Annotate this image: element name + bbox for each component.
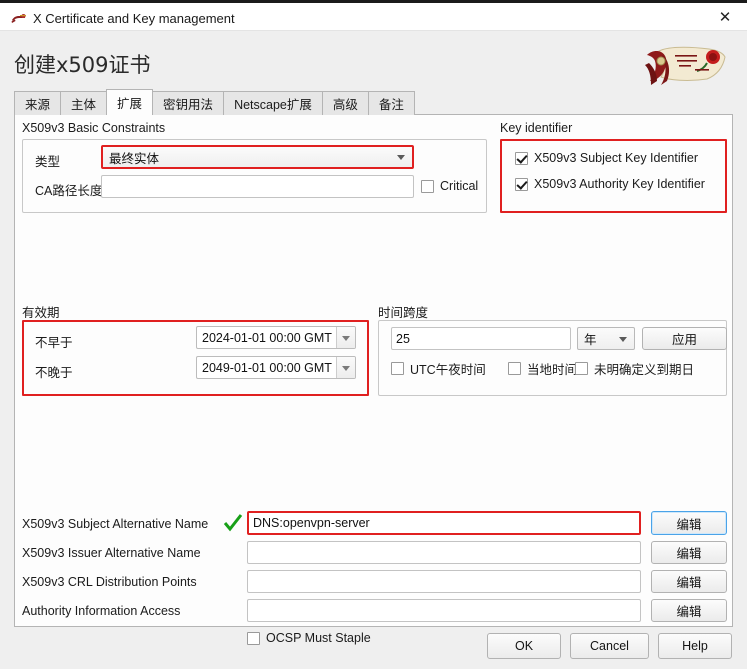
xca-certificate-logo	[637, 41, 737, 89]
time-range-group-title: 时间跨度	[378, 306, 429, 320]
chevron-down-icon	[619, 336, 627, 342]
checkbox-box	[391, 362, 404, 375]
basic-constraints-group-title: X509v3 Basic Constraints	[22, 121, 166, 135]
ocsp-must-staple-checkbox[interactable]: OCSP Must Staple	[247, 631, 371, 645]
checkbox-box	[575, 362, 588, 375]
no-wellknown-expiry-checkbox[interactable]: 未明确定义到期日	[575, 359, 694, 378]
tab-advanced[interactable]: 高级	[321, 91, 369, 115]
valid-check-icon	[223, 513, 243, 533]
authority-info-access-edit-button[interactable]: 编辑	[651, 599, 727, 622]
xca-create-certificate-window: X Certificate and Key management ✕ 创建x50…	[0, 0, 747, 669]
time-range-amount-input[interactable]: 25	[391, 327, 571, 350]
subject-key-identifier-checkbox[interactable]: X509v3 Subject Key Identifier	[515, 151, 698, 165]
time-range-amount-value: 25	[396, 331, 410, 346]
local-time-label: 当地时间	[527, 363, 578, 377]
tab-source[interactable]: 来源	[14, 91, 62, 115]
authority-info-access-label: Authority Information Access	[22, 604, 181, 618]
not-before-label: 不早于	[35, 336, 73, 350]
cancel-button[interactable]: Cancel	[570, 633, 649, 659]
utc-midnight-checkbox[interactable]: UTC午夜时间	[391, 359, 486, 378]
critical-checkbox[interactable]: Critical	[421, 179, 478, 193]
basic-constraints-type-value: 最终实体	[109, 151, 160, 166]
help-button[interactable]: Help	[658, 633, 732, 659]
ok-button[interactable]: OK	[487, 633, 561, 659]
authority-key-identifier-checkbox[interactable]: X509v3 Authority Key Identifier	[515, 177, 705, 191]
tab-comment[interactable]: 备注	[367, 91, 415, 115]
ocsp-must-staple-label: OCSP Must Staple	[266, 631, 371, 645]
issuer-alt-name-label: X509v3 Issuer Alternative Name	[22, 546, 201, 560]
validity-group-title: 有效期	[22, 306, 60, 320]
basic-constraints-type-select[interactable]: 最终实体	[101, 145, 414, 169]
close-icon[interactable]: ✕	[703, 3, 747, 31]
ca-path-length-label: CA路径长度	[35, 184, 103, 198]
window-title-bar: X Certificate and Key management ✕	[0, 3, 747, 31]
not-after-dropdown-icon[interactable]	[336, 357, 355, 378]
not-after-label: 不晚于	[35, 366, 73, 380]
subject-alt-name-edit-button[interactable]: 编辑	[651, 511, 727, 535]
ca-path-length-input[interactable]	[101, 175, 414, 198]
extensions-panel: X509v3 Basic Constraints 类型 最终实体 CA路径长度 …	[14, 114, 733, 645]
subject-alt-name-value: DNS:openvpn-server	[253, 516, 370, 530]
dialog-body: 创建x509证书 来源 主体 扩展 密钥用法 Netscape扩展 高级 备注 …	[0, 31, 747, 669]
critical-label: Critical	[440, 179, 479, 193]
crl-distribution-points-input[interactable]	[247, 570, 641, 593]
authority-key-identifier-label: X509v3 Authority Key Identifier	[534, 177, 705, 191]
subject-key-identifier-label: X509v3 Subject Key Identifier	[534, 151, 698, 165]
page-title: 创建x509证书	[14, 53, 151, 77]
crl-distribution-points-label: X509v3 CRL Distribution Points	[22, 575, 197, 589]
subject-alt-name-label: X509v3 Subject Alternative Name	[22, 517, 209, 531]
no-wellknown-expiry-label: 未明确定义到期日	[594, 363, 695, 377]
local-time-checkbox[interactable]: 当地时间	[508, 359, 577, 378]
time-range-unit-select[interactable]: 年	[577, 327, 635, 350]
issuer-alt-name-input[interactable]	[247, 541, 641, 564]
not-before-value: 2024-01-01 00:00 GMT	[202, 330, 332, 345]
not-after-value: 2049-01-01 00:00 GMT	[202, 360, 332, 375]
not-after-datetime-input[interactable]: 2049-01-01 00:00 GMT	[196, 356, 356, 379]
checkbox-box	[247, 631, 260, 645]
certificate-scroll-icon	[11, 11, 27, 25]
key-identifier-group-title: Key identifier	[500, 121, 573, 135]
window-title: X Certificate and Key management	[33, 11, 235, 26]
checkbox-box	[515, 151, 528, 165]
tab-bar: 来源 主体 扩展 密钥用法 Netscape扩展 高级 备注	[14, 89, 415, 115]
tab-extensions[interactable]: 扩展	[106, 89, 154, 115]
utc-midnight-label: UTC午夜时间	[410, 363, 486, 377]
checkbox-box	[421, 179, 434, 193]
subject-alt-name-input[interactable]: DNS:openvpn-server	[247, 511, 641, 535]
not-before-dropdown-icon[interactable]	[336, 327, 355, 348]
not-before-datetime-input[interactable]: 2024-01-01 00:00 GMT	[196, 326, 356, 349]
checkbox-box	[508, 362, 521, 375]
time-range-unit-value: 年	[584, 333, 597, 347]
tab-subject[interactable]: 主体	[60, 91, 108, 115]
tab-key-usage[interactable]: 密钥用法	[152, 91, 225, 115]
apply-button[interactable]: 应用	[642, 327, 727, 350]
chevron-down-icon	[397, 155, 405, 160]
issuer-alt-name-edit-button[interactable]: 编辑	[651, 541, 727, 564]
type-label: 类型	[35, 155, 61, 169]
authority-info-access-input[interactable]	[247, 599, 641, 622]
checkbox-box	[515, 177, 528, 191]
tab-netscape[interactable]: Netscape扩展	[223, 91, 323, 115]
crl-distribution-points-edit-button[interactable]: 编辑	[651, 570, 727, 593]
